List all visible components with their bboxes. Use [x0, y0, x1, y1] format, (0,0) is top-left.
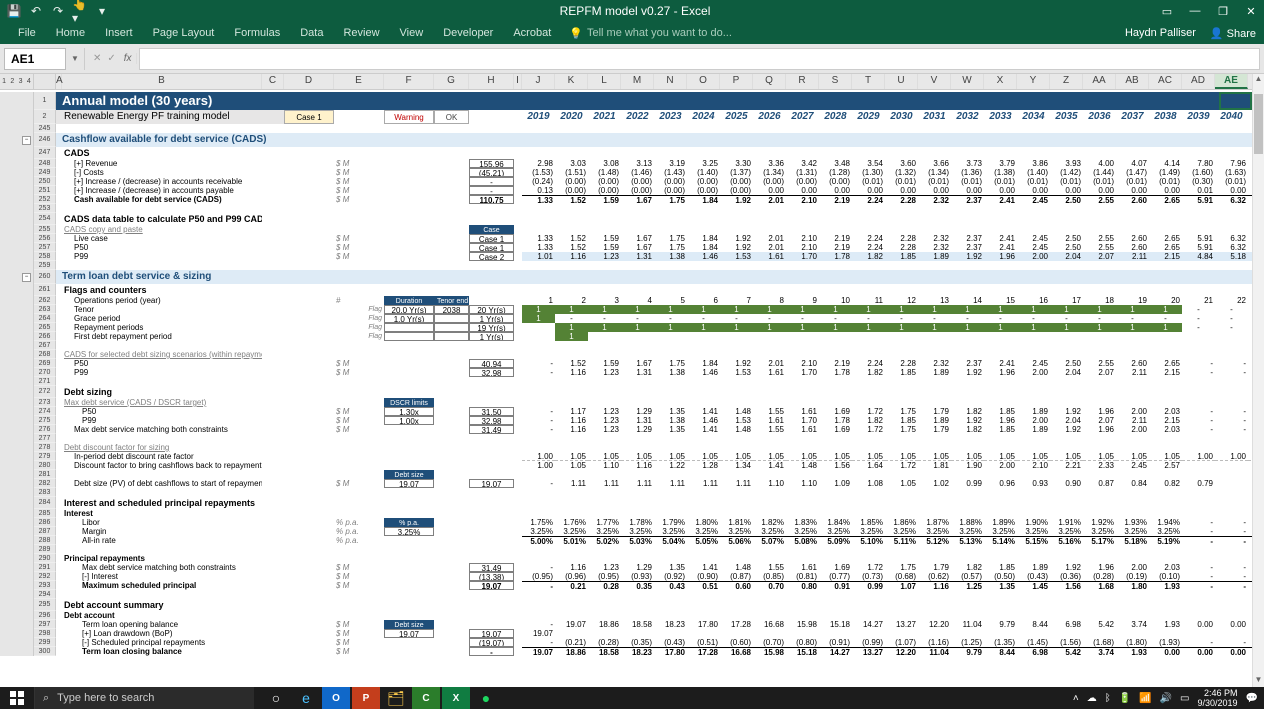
- ribbon-options-icon[interactable]: ▭: [1160, 4, 1174, 18]
- clock[interactable]: 2:46 PM 9/30/2019: [1198, 688, 1238, 708]
- volume-icon[interactable]: 🔊: [1160, 693, 1172, 704]
- col-header-X[interactable]: X: [984, 74, 1017, 89]
- bluetooth-icon[interactable]: ᛒ: [1105, 693, 1111, 704]
- input-icon[interactable]: ▭: [1180, 693, 1189, 704]
- tab-review[interactable]: Review: [333, 24, 389, 42]
- col-header-V[interactable]: V: [918, 74, 951, 89]
- col-header-N[interactable]: N: [654, 74, 687, 89]
- tab-pagelayout[interactable]: Page Layout: [143, 24, 225, 42]
- powerpoint-icon[interactable]: P: [352, 687, 380, 709]
- col-header-F[interactable]: F: [384, 74, 434, 89]
- grid[interactable]: 1Annual model (30 years)2Renewable Energ…: [0, 92, 1252, 687]
- col-header-M[interactable]: M: [621, 74, 654, 89]
- explorer-icon[interactable]: 🗂: [382, 687, 410, 709]
- col-header-L[interactable]: L: [588, 74, 621, 89]
- formula-bar-row: AE1 ▼ ✕ ✓ fx: [0, 44, 1264, 74]
- col-header-AC[interactable]: AC: [1149, 74, 1182, 89]
- tray-up-icon[interactable]: ˄: [1073, 693, 1079, 704]
- col-header-B[interactable]: B: [62, 74, 262, 89]
- col-header-AD[interactable]: AD: [1182, 74, 1215, 89]
- col-header-O[interactable]: O: [687, 74, 720, 89]
- tab-formulas[interactable]: Formulas: [224, 24, 290, 42]
- col-header-Q[interactable]: Q: [753, 74, 786, 89]
- title-bar: 💾 ↶ ↷ 👆▾ ▾ REPFM model v0.27 - Excel ▭ —…: [0, 0, 1264, 22]
- formula-input[interactable]: [139, 48, 1260, 70]
- col-header-AB[interactable]: AB: [1116, 74, 1149, 89]
- tab-view[interactable]: View: [390, 24, 434, 42]
- ribbon: File Home Insert Page Layout Formulas Da…: [0, 22, 1264, 44]
- col-header-Z[interactable]: Z: [1050, 74, 1083, 89]
- col-header-U[interactable]: U: [885, 74, 918, 89]
- taskbar-search[interactable]: ⌕ Type here to search: [34, 687, 254, 709]
- calc-icon[interactable]: C: [412, 687, 440, 709]
- col-header-E[interactable]: E: [334, 74, 384, 89]
- tab-developer[interactable]: Developer: [433, 24, 503, 42]
- col-header-S[interactable]: S: [819, 74, 852, 89]
- wifi-icon[interactable]: 📶: [1139, 693, 1151, 704]
- outline-toggle[interactable]: −: [22, 136, 31, 145]
- search-icon: ⌕: [43, 692, 49, 705]
- cancel-formula-icon[interactable]: ✕: [93, 53, 101, 64]
- share-button[interactable]: 👤 Share: [1210, 27, 1256, 40]
- start-button[interactable]: [0, 687, 34, 709]
- col-header-J[interactable]: J: [522, 74, 555, 89]
- tab-data[interactable]: Data: [290, 24, 333, 42]
- undo-icon[interactable]: ↶: [28, 3, 44, 19]
- col-header-D[interactable]: D: [284, 74, 334, 89]
- tab-home[interactable]: Home: [46, 24, 95, 42]
- maximize-icon[interactable]: ❐: [1216, 4, 1230, 18]
- spotify-icon[interactable]: ●: [472, 687, 500, 709]
- qat-more-icon[interactable]: ▾: [94, 3, 110, 19]
- column-headers: 1234 ABCDEFGHIJKLMNOPQRSTUVWXYZAAABACADA…: [0, 74, 1264, 90]
- outline-level[interactable]: 1234: [0, 74, 34, 89]
- col-header-P[interactable]: P: [720, 74, 753, 89]
- outlook-icon[interactable]: O: [322, 687, 350, 709]
- cortana-icon[interactable]: ○: [262, 687, 290, 709]
- close-icon[interactable]: ✕: [1244, 4, 1258, 18]
- edge-icon[interactable]: e: [292, 687, 320, 709]
- col-header-AE[interactable]: AE: [1215, 74, 1248, 89]
- outline-toggle[interactable]: −: [22, 273, 31, 282]
- scroll-down-icon[interactable]: ▼: [1253, 675, 1264, 687]
- col-header-AA[interactable]: AA: [1083, 74, 1116, 89]
- col-header-K[interactable]: K: [555, 74, 588, 89]
- minimize-icon[interactable]: —: [1188, 4, 1202, 18]
- col-header-T[interactable]: T: [852, 74, 885, 89]
- name-box-drop[interactable]: ▼: [70, 54, 80, 63]
- bulb-icon: 💡: [569, 27, 583, 40]
- battery-icon[interactable]: 🔋: [1119, 693, 1131, 704]
- tab-file[interactable]: File: [8, 24, 46, 42]
- vertical-scrollbar[interactable]: ▲ ▼: [1252, 74, 1264, 687]
- save-icon[interactable]: 💾: [6, 3, 22, 19]
- name-box[interactable]: AE1: [4, 48, 66, 70]
- touch-icon[interactable]: 👆▾: [72, 3, 88, 19]
- tell-me-input[interactable]: 💡 Tell me what you want to do...: [569, 27, 732, 40]
- col-header-W[interactable]: W: [951, 74, 984, 89]
- redo-icon[interactable]: ↷: [50, 3, 66, 19]
- col-header-R[interactable]: R: [786, 74, 819, 89]
- col-header-H[interactable]: H: [469, 74, 514, 89]
- col-header-Y[interactable]: Y: [1017, 74, 1050, 89]
- fx-icon[interactable]: fx: [120, 53, 137, 64]
- notifications-icon[interactable]: 💬: [1246, 693, 1258, 704]
- col-header-G[interactable]: G: [434, 74, 469, 89]
- col-header-C[interactable]: C: [262, 74, 284, 89]
- taskbar: ⌕ Type here to search ○ e O P 🗂 C X ● ˄ …: [0, 687, 1264, 709]
- window-title: REPFM model v0.27 - Excel: [110, 4, 1160, 18]
- tab-acrobat[interactable]: Acrobat: [503, 24, 561, 42]
- cloud-icon[interactable]: ☁: [1087, 693, 1097, 704]
- scroll-up-icon[interactable]: ▲: [1253, 74, 1264, 86]
- tab-insert[interactable]: Insert: [95, 24, 143, 42]
- excel-icon[interactable]: X: [442, 687, 470, 709]
- user-name[interactable]: Haydn Palliser: [1125, 27, 1196, 40]
- scroll-thumb[interactable]: [1254, 94, 1263, 154]
- enter-formula-icon[interactable]: ✓: [107, 53, 115, 64]
- col-header-I[interactable]: I: [514, 74, 522, 89]
